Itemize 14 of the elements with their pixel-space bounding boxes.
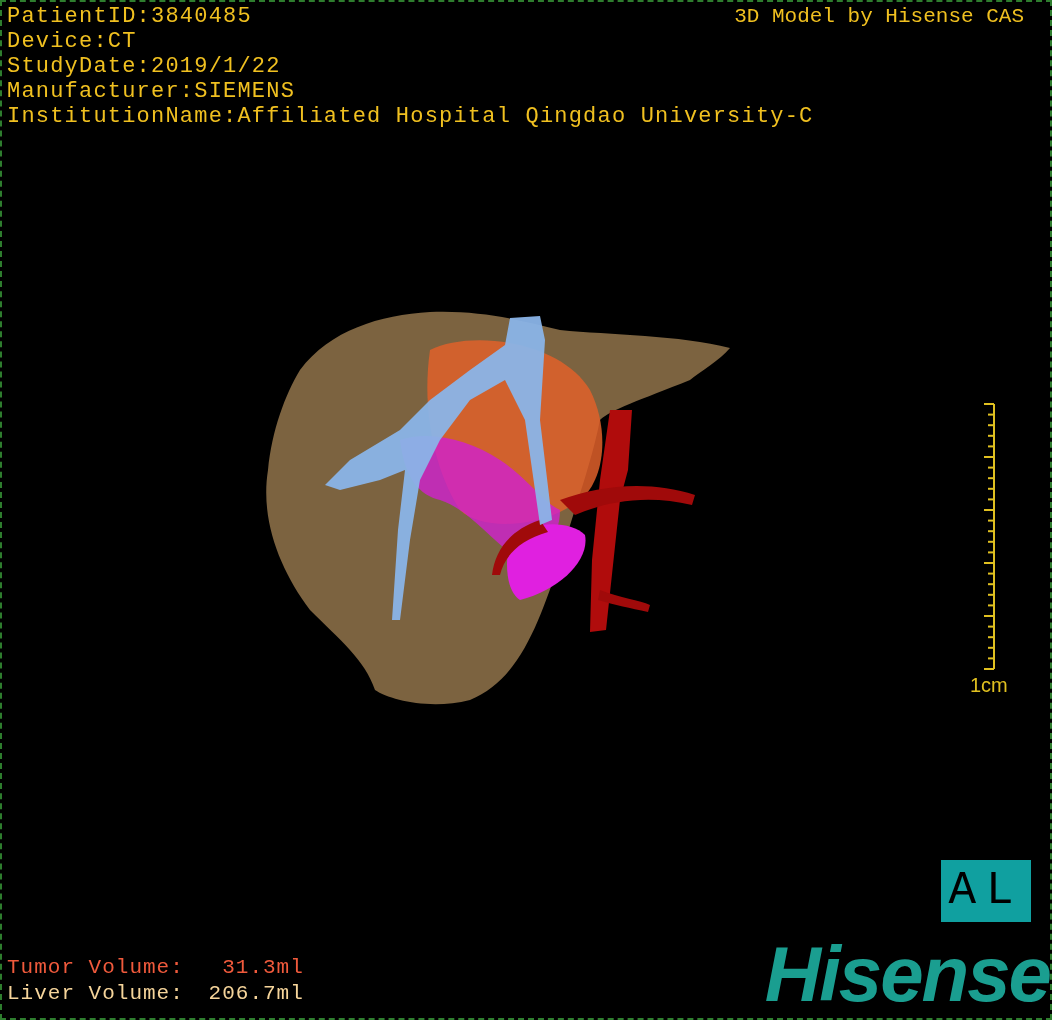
ruler-icon xyxy=(981,402,996,672)
logo: Hisense xyxy=(764,932,1050,1016)
volume-label: Tumor Volume: xyxy=(7,955,184,981)
credit-text: 3D Model by Hisense CAS xyxy=(734,4,1024,29)
dicom-info-text: StudyDate:2019/1/22 xyxy=(7,54,281,79)
dicom-info-text: InstitutionName:Affiliated Hospital Qingdao University-C xyxy=(7,104,814,129)
volume-label: Liver Volume: xyxy=(7,981,184,1007)
volume-value: 31.3ml xyxy=(221,955,304,981)
volume-value: 206.7ml xyxy=(207,981,304,1007)
dicom-info-text: Manufacturer:SIEMENS xyxy=(7,79,296,104)
orientation-badge: AL xyxy=(941,860,1031,922)
scale-label: 1cm xyxy=(970,674,1008,697)
dicom-info-text: Device:CT xyxy=(7,29,137,54)
dicom-info-text: PatientID:3840485 xyxy=(7,4,252,29)
